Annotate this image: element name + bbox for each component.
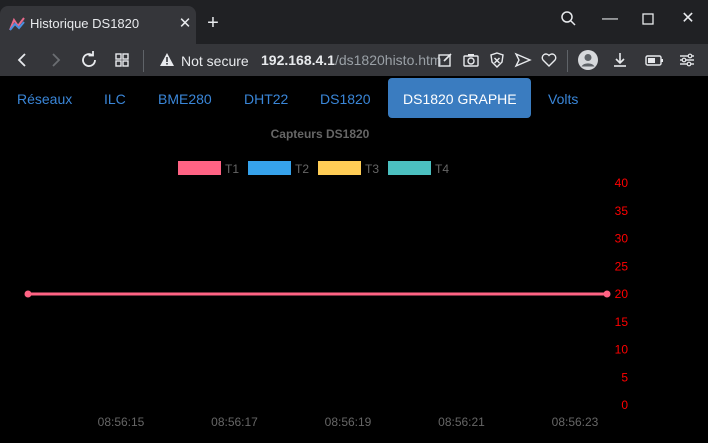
speed-dial-icon[interactable]	[110, 48, 134, 72]
search-tabs-icon[interactable]	[555, 8, 583, 30]
settings-sliders-icon[interactable]	[675, 48, 699, 72]
favicon-icon	[9, 17, 25, 31]
temperature-chart: Capteurs DS1820 T1 T2 T3 T4 40 35 30 25 20 15 10 5…	[24, 127, 629, 429]
legend-swatch-t4[interactable]	[388, 161, 431, 175]
maximize-button[interactable]	[634, 8, 662, 30]
toolbar-divider	[567, 50, 568, 72]
plot-area	[24, 290, 611, 298]
y-tick-label: 5	[621, 370, 628, 384]
browser-tab[interactable]: Historique DS1820 ✕	[0, 6, 196, 44]
data-point-t1[interactable]	[24, 290, 32, 298]
y-tick-label: 15	[615, 315, 629, 329]
y-tick-label: 0	[621, 398, 628, 412]
ad-block-icon[interactable]	[485, 48, 509, 72]
nav-link-ds1820[interactable]: DS1820	[320, 91, 371, 107]
y-tick-label: 30	[615, 232, 629, 246]
url-path: /ds1820histo.htm	[334, 52, 442, 68]
x-tick-label: 08:56:17	[211, 415, 258, 429]
new-tab-button[interactable]: +	[202, 12, 224, 34]
chart-title: Capteurs DS1820	[271, 127, 370, 141]
legend-label-t1[interactable]: T1	[225, 162, 239, 176]
y-tick-label: 10	[615, 343, 629, 357]
tab-title: Historique DS1820	[30, 16, 140, 31]
page-nav: Réseaux ILC BME280 DHT22 DS1820 Volts	[0, 78, 708, 120]
toolbar-divider	[143, 50, 144, 72]
legend-swatch-t1[interactable]	[178, 161, 221, 175]
url-host: 192.168.4.1	[261, 52, 335, 68]
download-icon[interactable]	[608, 48, 632, 72]
legend-swatch-t3[interactable]	[318, 161, 361, 175]
back-icon[interactable]	[10, 48, 34, 72]
profile-avatar-icon[interactable]	[576, 48, 600, 72]
nav-link-ds1820-graphe[interactable]: DS1820 GRAPHE	[388, 78, 531, 118]
battery-saver-icon[interactable]	[642, 48, 666, 72]
legend-label-t3[interactable]: T3	[365, 162, 379, 176]
url-text[interactable]: 192.168.4.1/ds1820histo.htm	[261, 52, 442, 68]
nav-link-bme280[interactable]: BME280	[158, 91, 212, 107]
legend-swatch-t2[interactable]	[248, 161, 291, 175]
legend-label-t4[interactable]: T4	[435, 162, 449, 176]
nav-link-volts[interactable]: Volts	[548, 91, 578, 107]
nav-link-reseaux[interactable]: Réseaux	[17, 91, 72, 107]
warning-icon[interactable]	[159, 52, 175, 68]
security-label[interactable]: Not secure	[181, 53, 249, 69]
x-axis: 08:56:15 08:56:17 08:56:19 08:56:21 08:56:23	[98, 415, 599, 429]
y-tick-label: 35	[615, 204, 629, 218]
legend-label-t2[interactable]: T2	[295, 162, 309, 176]
nav-link-dht22[interactable]: DHT22	[244, 91, 288, 107]
x-tick-label: 08:56:21	[438, 415, 485, 429]
browser-titlebar: Historique DS1820 ✕ + — ✕	[0, 0, 708, 44]
y-tick-label: 25	[615, 259, 629, 273]
close-tab-icon[interactable]: ✕	[174, 13, 196, 35]
nav-active-label: DS1820 GRAPHE	[403, 91, 517, 107]
chart-legend: T1 T2 T3 T4	[178, 161, 449, 176]
forward-icon[interactable]	[44, 48, 68, 72]
reload-icon[interactable]	[77, 48, 101, 72]
send-icon[interactable]	[511, 48, 535, 72]
camera-icon[interactable]	[459, 48, 483, 72]
minimize-button[interactable]: —	[596, 8, 624, 30]
browser-toolbar: Not secure 192.168.4.1/ds1820histo.htm	[0, 44, 708, 76]
x-tick-label: 08:56:15	[98, 415, 145, 429]
y-axis: 40 35 30 25 20 15 10 5 0	[615, 176, 629, 412]
y-tick-label: 20	[615, 287, 629, 301]
data-point-t1[interactable]	[603, 290, 611, 298]
edit-icon[interactable]	[433, 48, 457, 72]
heart-icon[interactable]	[537, 48, 561, 72]
nav-link-ilc[interactable]: ILC	[104, 91, 126, 107]
y-tick-label: 40	[615, 176, 629, 190]
x-tick-label: 08:56:19	[325, 415, 372, 429]
close-window-button[interactable]: ✕	[674, 8, 702, 30]
x-tick-label: 08:56:23	[552, 415, 599, 429]
